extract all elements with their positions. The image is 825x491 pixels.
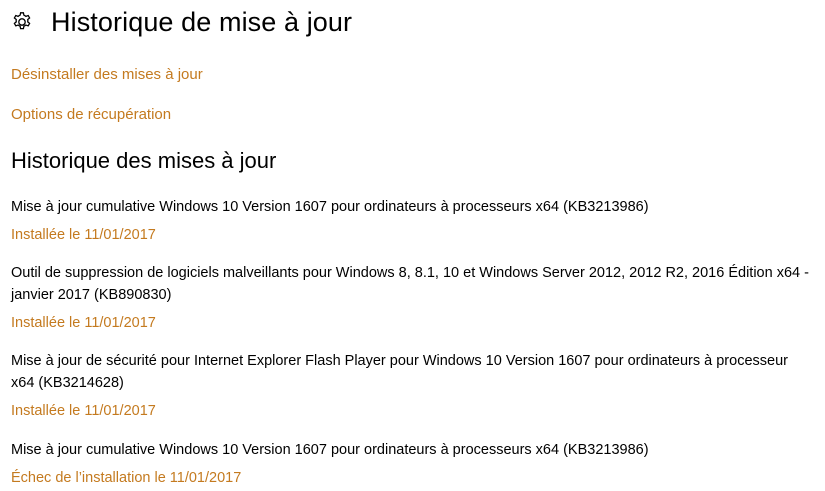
update-entry: Outil de suppression de logiciels malvei… [11, 262, 811, 334]
update-title: Mise à jour cumulative Windows 10 Versio… [11, 442, 649, 458]
update-entry: Mise à jour cumulative Windows 10 Versio… [11, 196, 811, 246]
page-header: Historique de mise à jour [10, 4, 352, 40]
recovery-options-link[interactable]: Options de récupération [11, 106, 171, 123]
gear-icon [10, 10, 34, 34]
update-status-link[interactable]: Installée le 11/01/2017 [11, 400, 156, 422]
update-status-link[interactable]: Installée le 11/01/2017 [11, 224, 156, 246]
update-entry: Mise à jour de sécurité pour Internet Ex… [11, 350, 811, 422]
uninstall-updates-link[interactable]: Désinstaller des mises à jour [11, 66, 203, 83]
update-status-link[interactable]: Échec de l’installation le 11/01/2017 [11, 467, 241, 489]
section-title: Historique des mises à jour [11, 148, 277, 173]
update-title: Mise à jour cumulative Windows 10 Versio… [11, 199, 649, 215]
update-status-link[interactable]: Installée le 11/01/2017 [11, 312, 156, 334]
page-title: Historique de mise à jour [51, 6, 353, 37]
update-title: Mise à jour de sécurité pour Internet Ex… [11, 353, 788, 391]
update-title: Outil de suppression de logiciels malvei… [11, 265, 809, 303]
update-entry: Mise à jour cumulative Windows 10 Versio… [11, 439, 811, 489]
